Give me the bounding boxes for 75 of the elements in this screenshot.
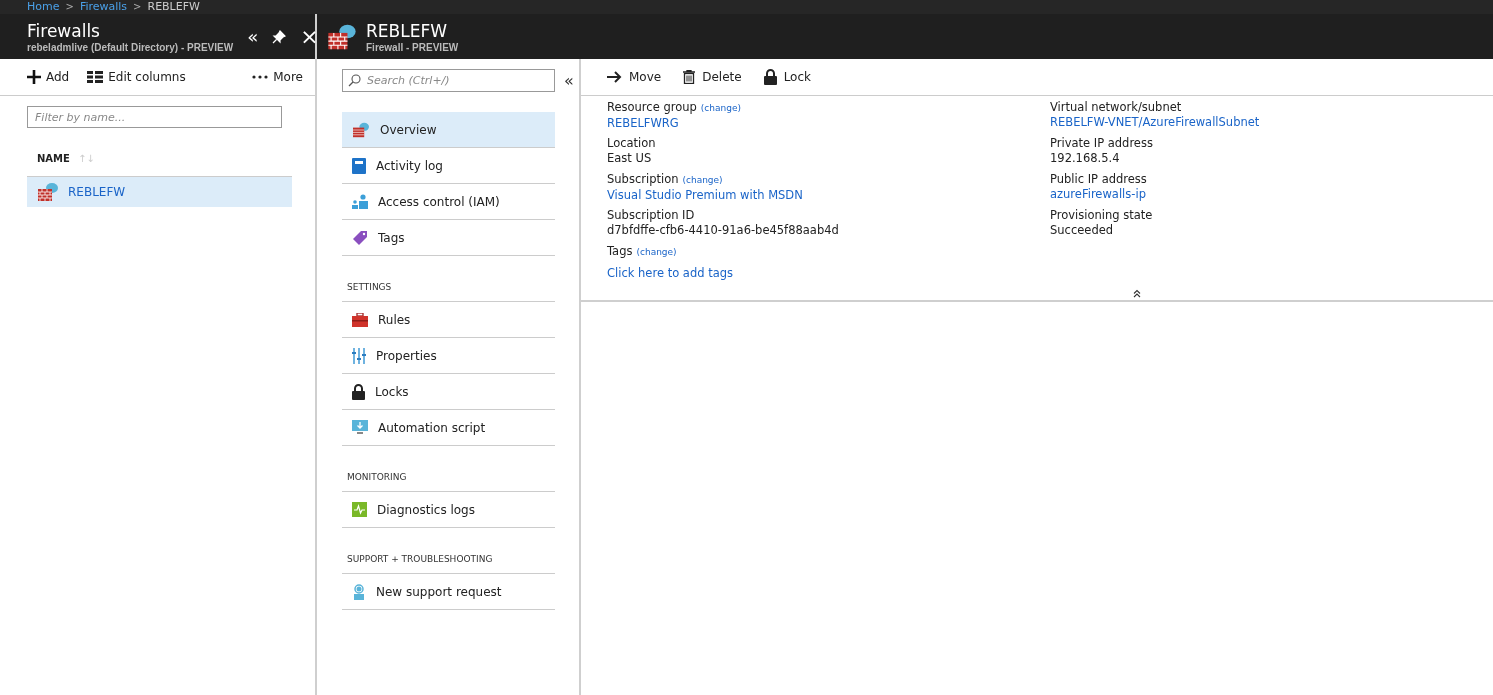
blade-subtitle: rebeladmlive (Default Directory) - PREVIEW xyxy=(27,41,234,53)
toolbox-icon xyxy=(352,312,368,327)
field-label: Provisioning state xyxy=(1050,208,1153,223)
field-label: Tags xyxy=(607,244,633,259)
menu-item[interactable]: Activity log xyxy=(342,148,555,184)
command-button[interactable]: Delete xyxy=(683,68,742,86)
menu-item[interactable]: Overview xyxy=(342,112,555,148)
menu-item[interactable]: Tags xyxy=(342,220,555,256)
menu-item[interactable]: Diagnostics logs xyxy=(342,492,555,528)
support-icon xyxy=(352,583,366,600)
firewall-icon xyxy=(327,22,357,51)
command-button[interactable]: Lock xyxy=(763,67,811,87)
tag-icon xyxy=(352,229,368,246)
field-value: Succeeded xyxy=(1050,223,1115,238)
field-value-link[interactable]: Visual Studio Premium with MSDN xyxy=(607,188,1050,203)
column-header[interactable]: NAME xyxy=(37,153,70,164)
field-label: Location xyxy=(607,136,656,151)
menu-item[interactable]: Automation script xyxy=(342,410,555,446)
menu-item[interactable]: Locks xyxy=(342,374,555,410)
toolbar-button[interactable]: More xyxy=(252,68,303,86)
toolbar-button[interactable]: Add xyxy=(27,68,70,86)
toolbar-button[interactable]: Edit columns xyxy=(87,68,186,86)
more-icon xyxy=(252,75,269,79)
collapse-chevron-icon[interactable] xyxy=(1133,289,1141,298)
people-icon xyxy=(352,194,368,209)
breadcrumb-separator: > xyxy=(133,0,142,14)
collapse-button[interactable]: « xyxy=(245,27,261,46)
resource-row[interactable]: REBLEFW xyxy=(27,176,292,207)
breadcrumb-separator: > xyxy=(65,0,74,14)
blade-title: REBLEFW xyxy=(366,20,448,41)
menu-item[interactable]: New support request xyxy=(342,574,555,610)
field-value: d7bfdffe-cfb6-4410-91a6-be45f88aab4d xyxy=(607,223,840,238)
field-value-link[interactable]: REBELFW-VNET/AzureFirewallSubnet xyxy=(1050,115,1493,130)
field-value: 192.168.5.4 xyxy=(1050,151,1121,166)
section-heading: MONITORING xyxy=(342,446,555,492)
blade-subtitle: Firewall - PREVIEW xyxy=(366,41,459,53)
field-label: Virtual network/subnet xyxy=(1050,100,1182,115)
columns-icon xyxy=(87,71,104,83)
breadcrumb-link[interactable]: Home xyxy=(27,0,60,14)
field-label: Private IP address xyxy=(1050,136,1153,151)
field-value: East US xyxy=(607,151,653,166)
change-link[interactable]: (change) xyxy=(700,101,741,116)
change-link[interactable]: (change) xyxy=(636,245,677,260)
breadcrumb-link[interactable]: Firewalls xyxy=(79,0,128,14)
lock-icon xyxy=(352,383,365,400)
field-value-link[interactable]: REBELFWRG xyxy=(607,116,1050,131)
breadcrumb-link[interactable]: REBLEFW xyxy=(147,0,200,14)
filter-field[interactable]: Filter by name... xyxy=(27,106,282,128)
section-heading: SUPPORT + TROUBLESHOOTING xyxy=(342,528,555,574)
field-label: Subscription xyxy=(607,172,679,187)
lock-icon xyxy=(763,69,777,85)
monitor-icon xyxy=(352,419,368,436)
firewall-icon xyxy=(37,182,59,202)
blade-title: Firewalls xyxy=(27,20,101,41)
trash-icon xyxy=(683,70,696,84)
arrow-right-icon xyxy=(607,71,622,83)
sliders-icon xyxy=(352,347,366,364)
menu-item[interactable]: Properties xyxy=(342,338,555,374)
book-icon xyxy=(352,157,366,174)
field-label: Resource group xyxy=(607,100,697,115)
firewall-icon xyxy=(352,121,370,138)
menu-item[interactable]: Access control (IAM) xyxy=(342,184,555,220)
pulse-icon xyxy=(352,502,367,517)
plus-icon xyxy=(27,70,41,84)
collapse-menu-button[interactable]: « xyxy=(564,71,574,90)
section-heading: SETTINGS xyxy=(342,256,555,302)
add-tags-link[interactable]: Click here to add tags xyxy=(607,266,1493,281)
change-link[interactable]: (change) xyxy=(682,173,723,188)
pin-icon[interactable] xyxy=(272,29,287,44)
field-value-link[interactable]: azureFirewalls-ip xyxy=(1050,187,1493,202)
menu-item[interactable]: Rules xyxy=(342,302,555,338)
field-label: Public IP address xyxy=(1050,172,1147,187)
command-button[interactable]: Move xyxy=(607,68,662,86)
field-label: Subscription ID xyxy=(607,208,695,223)
search-field[interactable]: Search (Ctrl+/) xyxy=(342,69,555,92)
